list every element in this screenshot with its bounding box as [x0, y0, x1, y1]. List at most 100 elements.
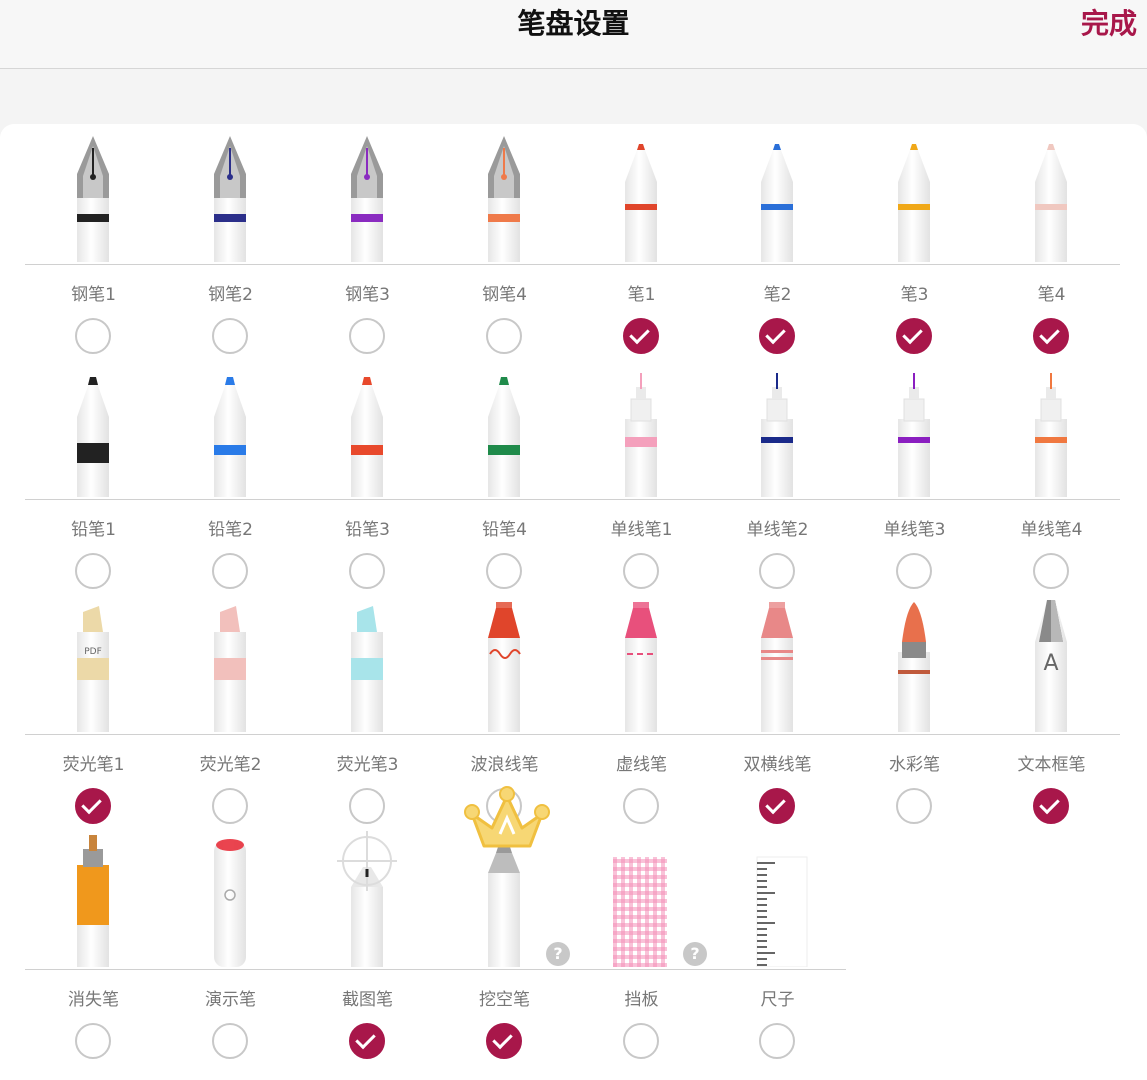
- pen-option[interactable]: 钢笔3: [299, 122, 436, 357]
- crown-icon: [464, 786, 550, 848]
- pen-option[interactable]: 水彩笔: [846, 592, 983, 827]
- done-button[interactable]: 完成: [1081, 2, 1137, 42]
- unchecked-checkbox[interactable]: [75, 1023, 111, 1059]
- pen-label: 挖空笔: [479, 990, 530, 1010]
- pen-label: 钢笔1: [71, 285, 116, 305]
- checked-checkbox[interactable]: [1033, 788, 1069, 824]
- unchecked-checkbox[interactable]: [212, 318, 248, 354]
- checked-checkbox[interactable]: [349, 1023, 385, 1059]
- pen-label: 双横线笔: [743, 755, 812, 775]
- pen-option[interactable]: 演示笔: [162, 827, 299, 1062]
- unchecked-checkbox[interactable]: [623, 1023, 659, 1059]
- pen-label: 铅笔2: [208, 520, 253, 540]
- help-icon[interactable]: ?: [683, 942, 707, 966]
- pen-option[interactable]: 钢笔1: [25, 122, 162, 357]
- marker-dash-pen-icon: [581, 592, 701, 732]
- unchecked-checkbox[interactable]: [623, 788, 659, 824]
- pen-label: 虚线笔: [616, 755, 667, 775]
- unchecked-checkbox[interactable]: [623, 553, 659, 589]
- highlighter-pen-icon: PDF: [33, 592, 153, 732]
- pen-option[interactable]: 虚线笔: [573, 592, 710, 827]
- pen-label: 铅笔3: [345, 520, 390, 540]
- pen-option[interactable]: 单线笔3: [846, 357, 983, 592]
- pen-option[interactable]: PDF 荧光笔1: [25, 592, 162, 827]
- shield-pen-icon: [581, 827, 701, 967]
- unchecked-checkbox[interactable]: [349, 318, 385, 354]
- pen-label: 水彩笔: [889, 755, 940, 775]
- pen-option[interactable]: 笔3: [846, 122, 983, 357]
- pen-option[interactable]: 笔1: [573, 122, 710, 357]
- pen-option[interactable]: 钢笔2: [162, 122, 299, 357]
- pen-option[interactable]: 尺子: [709, 827, 846, 1062]
- unchecked-checkbox[interactable]: [212, 553, 248, 589]
- ruler-pen-icon: [717, 827, 837, 968]
- pen-option[interactable]: 笔4: [983, 122, 1120, 357]
- pen-option[interactable]: 荧光笔2: [162, 592, 299, 827]
- pen-option[interactable]: 单线笔1: [573, 357, 710, 592]
- watercolor-pen-icon: [854, 592, 974, 732]
- pen-option[interactable]: 单线笔4: [983, 357, 1120, 592]
- unchecked-checkbox[interactable]: [1033, 553, 1069, 589]
- marker-double-pen-icon: [717, 592, 837, 732]
- pen-label: 钢笔3: [345, 285, 390, 305]
- pen-label: 尺子: [760, 990, 795, 1010]
- svg-text:A: A: [1043, 651, 1058, 676]
- pen-label: 钢笔2: [208, 285, 253, 305]
- checked-checkbox[interactable]: [623, 318, 659, 354]
- top-bar: 笔盘设置 完成: [0, 0, 1147, 69]
- unchecked-checkbox[interactable]: [75, 553, 111, 589]
- checked-checkbox[interactable]: [486, 1023, 522, 1059]
- pen-label: 笔3: [900, 285, 929, 305]
- unchecked-checkbox[interactable]: [212, 1023, 248, 1059]
- checked-checkbox[interactable]: [759, 318, 795, 354]
- pen-option[interactable]: 笔2: [709, 122, 846, 357]
- unchecked-checkbox[interactable]: [212, 788, 248, 824]
- unchecked-checkbox[interactable]: [896, 553, 932, 589]
- pen-pen-icon: [717, 122, 837, 262]
- pen-label: 铅笔1: [71, 520, 116, 540]
- pen-label: 荧光笔1: [62, 755, 125, 775]
- laser-pen-icon: [170, 827, 290, 967]
- svg-text:PDF: PDF: [84, 647, 102, 657]
- pen-option[interactable]: 钢笔4: [436, 122, 573, 357]
- pen-option[interactable]: 荧光笔3: [299, 592, 436, 827]
- pen-pen-icon: [991, 122, 1111, 262]
- fineliner-pen-icon: [991, 357, 1111, 497]
- unchecked-checkbox[interactable]: [486, 318, 522, 354]
- pen-option[interactable]: A 文本框笔: [983, 592, 1120, 827]
- checked-checkbox[interactable]: [75, 788, 111, 824]
- unchecked-checkbox[interactable]: [759, 553, 795, 589]
- highlighter-pen-icon: [307, 592, 427, 732]
- unchecked-checkbox[interactable]: [349, 788, 385, 824]
- pen-label: 单线笔3: [883, 520, 946, 540]
- vanish-pen-icon: [33, 827, 153, 967]
- pen-option[interactable]: 截图笔: [299, 827, 436, 1062]
- pen-option[interactable]: 单线笔2: [709, 357, 846, 592]
- pen-option[interactable]: 铅笔4: [436, 357, 573, 592]
- marker-wave-pen-icon: [444, 592, 564, 732]
- checked-checkbox[interactable]: [1033, 318, 1069, 354]
- checked-checkbox[interactable]: [896, 318, 932, 354]
- pen-label: 单线笔2: [746, 520, 809, 540]
- pen-option[interactable]: 铅笔2: [162, 357, 299, 592]
- pen-label: 笔2: [763, 285, 792, 305]
- pen-label: 单线笔1: [610, 520, 673, 540]
- pen-option[interactable]: 消失笔: [25, 827, 162, 1062]
- pen-label: 截图笔: [342, 990, 393, 1010]
- help-icon[interactable]: ?: [546, 942, 570, 966]
- pen-option[interactable]: 双横线笔: [709, 592, 846, 827]
- pen-pen-icon: [854, 122, 974, 262]
- unchecked-checkbox[interactable]: [896, 788, 932, 824]
- checked-checkbox[interactable]: [759, 788, 795, 824]
- pen-option[interactable]: 铅笔1: [25, 357, 162, 592]
- pen-label: 笔4: [1037, 285, 1066, 305]
- unchecked-checkbox[interactable]: [486, 553, 522, 589]
- unchecked-checkbox[interactable]: [759, 1023, 795, 1059]
- pen-option[interactable]: 铅笔3: [299, 357, 436, 592]
- fineliner-pen-icon: [717, 357, 837, 497]
- fountain-pen-icon: [170, 122, 290, 262]
- unchecked-checkbox[interactable]: [349, 553, 385, 589]
- unchecked-checkbox[interactable]: [75, 318, 111, 354]
- pencil-pen-icon: [444, 357, 564, 497]
- pencil-pen-icon: [307, 357, 427, 497]
